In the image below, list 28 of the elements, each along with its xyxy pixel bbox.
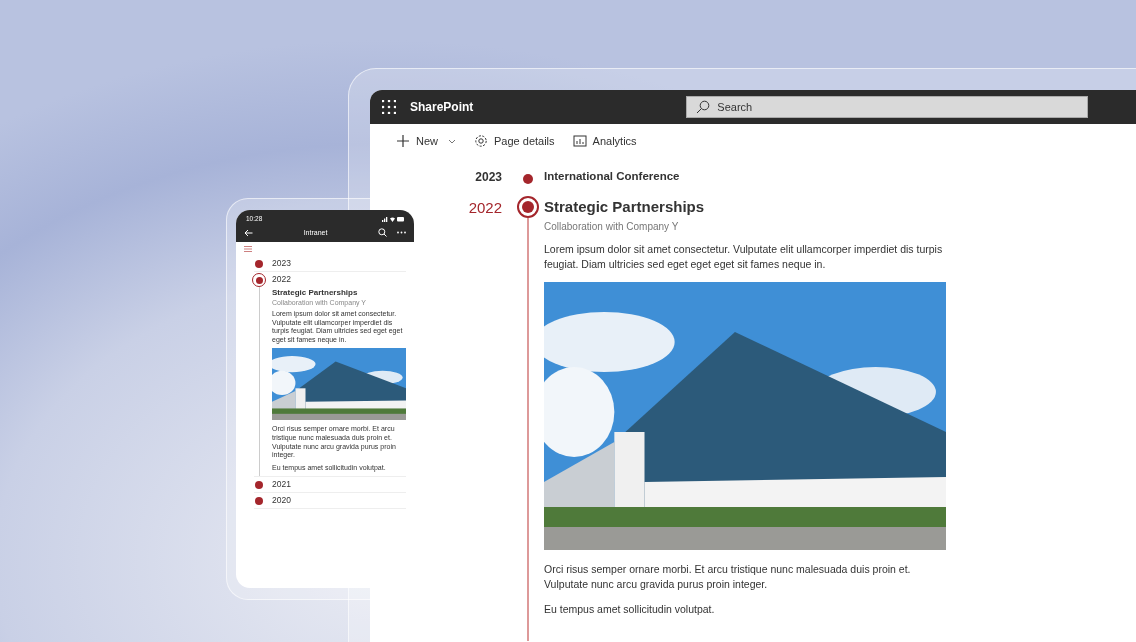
year-label[interactable]: 2020 bbox=[268, 493, 406, 509]
search-icon[interactable] bbox=[378, 228, 387, 237]
more-icon[interactable] bbox=[397, 231, 406, 234]
year-label: 2023 bbox=[475, 170, 503, 184]
chart-icon bbox=[572, 134, 587, 148]
paragraph: Orci risus semper ornare morbi. Et arcu tristique nunc malesuada duis proin et. Vulputate nunc arcu gravida purus proin integer. bbox=[544, 562, 912, 592]
toolbar-button[interactable]: Analytics bbox=[572, 134, 637, 148]
app-title[interactable]: SharePoint bbox=[410, 100, 474, 114]
paragraph: Lorem ipsum dolor sit amet consectetur. Vulputate elit ullamcorper imperdiet dis turpis feugiat. Diam ultricies sed eget eget eget sit fames neque in. bbox=[544, 242, 944, 272]
event-subtitle: Collaboration with Company Y bbox=[544, 221, 680, 232]
toolbar-button[interactable]: Page details bbox=[474, 134, 555, 148]
search-icon bbox=[696, 100, 711, 114]
event-title: Strategic Partnerships bbox=[272, 288, 359, 297]
back-icon[interactable] bbox=[244, 228, 253, 237]
app-launcher-icon[interactable] bbox=[382, 100, 396, 114]
event-title[interactable]: International Conference bbox=[544, 170, 960, 182]
search-field[interactable]: Search bbox=[686, 96, 1089, 118]
year-label[interactable]: 2022 bbox=[268, 272, 406, 287]
year-label: 2022 bbox=[468, 198, 503, 216]
event-title: Strategic Partnerships bbox=[544, 198, 706, 215]
settings-icon bbox=[474, 134, 488, 148]
status-icons bbox=[382, 215, 404, 222]
menu-icon[interactable] bbox=[244, 246, 252, 252]
paragraph: Eu tempus amet sollicitudin volutpat. bbox=[544, 602, 716, 617]
toolbar-button[interactable]: New bbox=[396, 134, 456, 148]
year-label[interactable]: 2021 bbox=[268, 477, 406, 493]
year-label[interactable]: 2023 bbox=[268, 256, 406, 271]
plus-icon bbox=[396, 134, 410, 148]
